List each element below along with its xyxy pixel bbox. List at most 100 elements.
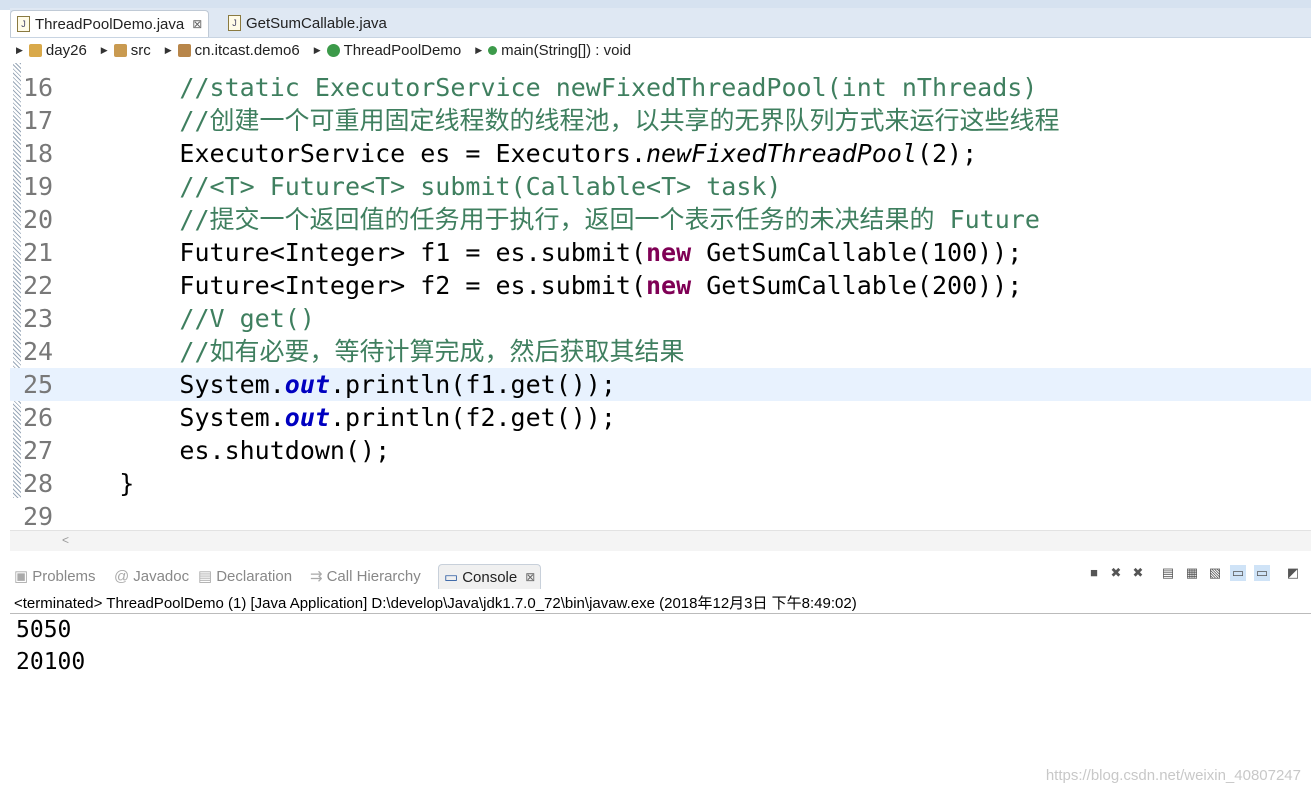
breadcrumb-src[interactable]: src <box>113 42 151 59</box>
java-file-icon: J <box>228 15 241 31</box>
watermark: https://blog.csdn.net/weixin_40807247 <box>1045 767 1301 784</box>
code-text: //static ExecutorService newFixedThreadP… <box>59 71 1037 104</box>
code-token: //<T> Future<T> submit(Callable<T> task) <box>179 172 782 201</box>
breadcrumb-class[interactable]: ThreadPoolDemo <box>326 42 462 59</box>
remove-all-icon[interactable]: ✖ <box>1130 565 1146 581</box>
code-line[interactable]: 27 es.shutdown(); <box>10 434 1311 467</box>
code-text: //V get() <box>59 302 315 335</box>
code-text: System.out.println(f2.get()); <box>59 401 616 434</box>
source-folder-icon <box>113 44 127 57</box>
project-icon <box>28 44 42 57</box>
code-token: //static ExecutorService newFixedThreadP… <box>179 73 1038 102</box>
code-line[interactable]: 26 System.out.println(f2.get()); <box>10 401 1311 434</box>
code-token: GetSumCallable(100)); <box>691 238 1023 267</box>
code-line[interactable]: 16 //static ExecutorService newFixedThre… <box>10 71 1311 104</box>
editor-tabs: J ThreadPoolDemo.java ⊠ J GetSumCallable… <box>10 8 1311 38</box>
code-token: //V get() <box>179 304 315 333</box>
code-editor[interactable]: 16 //static ExecutorService newFixedThre… <box>10 63 1311 530</box>
tab-getsumcallable[interactable]: J GetSumCallable.java <box>222 10 393 36</box>
code-line[interactable]: 28 } <box>10 467 1311 500</box>
code-token: newFixedThreadPool <box>646 139 917 168</box>
crumb-label: src <box>130 42 151 59</box>
code-token: GetSumCallable(200)); <box>691 271 1023 300</box>
show-on-stderr-icon[interactable]: ▭ <box>1254 565 1270 581</box>
tab-label: Declaration <box>216 567 293 585</box>
code-line[interactable]: 23 //V get() <box>10 302 1311 335</box>
code-line[interactable]: 20 //提交一个返回值的任务用于执行，返回一个表示任务的未决结果的 Futur… <box>10 203 1311 236</box>
tab-call-hierarchy[interactable]: ⇉ Call Hierarchy <box>310 564 421 588</box>
line-number: 19 <box>23 172 54 201</box>
method-icon <box>488 46 498 55</box>
code-line[interactable]: 17 //创建一个可重用固定线程数的线程池，以共享的无界队列方式来运行这些线程 <box>10 104 1311 137</box>
close-icon[interactable]: ⊠ <box>192 17 202 31</box>
code-text: //创建一个可重用固定线程数的线程池，以共享的无界队列方式来运行这些线程 <box>59 104 1060 137</box>
show-on-stdout-icon[interactable]: ▭ <box>1230 565 1246 581</box>
line-number: 18 <box>23 139 54 168</box>
breadcrumb-project[interactable]: day26 <box>28 42 87 59</box>
code-token: new <box>646 238 692 267</box>
crumb-label: day26 <box>45 42 87 59</box>
code-line[interactable]: 22 Future<Integer> f2 = es.submit(new Ge… <box>10 269 1311 302</box>
chevron-right-icon: ▶ <box>100 45 108 55</box>
code-line[interactable]: 19 //<T> Future<T> submit(Callable<T> ta… <box>10 170 1311 203</box>
code-text: } <box>59 467 134 500</box>
breadcrumb-package[interactable]: cn.itcast.demo6 <box>177 42 300 59</box>
console-icon: ▭ <box>444 569 459 586</box>
tab-declaration[interactable]: ▤ Declaration <box>198 564 292 588</box>
call-hierarchy-icon: ⇉ <box>310 568 323 585</box>
code-token: es.shutdown(); <box>59 436 391 465</box>
code-token: out <box>284 403 330 432</box>
declaration-icon: ▤ <box>198 568 213 585</box>
word-wrap-icon[interactable]: ▧ <box>1207 565 1223 581</box>
code-token: out <box>284 370 330 399</box>
console-status: <terminated> ThreadPoolDemo (1) [Java Ap… <box>14 595 857 612</box>
java-file-icon: J <box>17 16 30 32</box>
line-number: 29 <box>23 502 54 530</box>
divider <box>10 613 1311 614</box>
code-token: new <box>646 271 692 300</box>
console-output-line: 5050 <box>16 617 72 643</box>
code-line[interactable]: 21 Future<Integer> f1 = es.submit(new Ge… <box>10 236 1311 269</box>
code-token: //创建一个可重用固定线程数的线程池，以共享的无界队列方式来运行这些线程 <box>179 106 1060 135</box>
tab-label: GetSumCallable.java <box>246 14 387 32</box>
code-token: ExecutorService es = Executors. <box>59 139 646 168</box>
scroll-left-icon[interactable]: < <box>62 533 69 547</box>
code-line[interactable]: 18 ExecutorService es = Executors.newFix… <box>10 137 1311 170</box>
tab-console[interactable]: ▭ Console ⊠ <box>438 564 542 589</box>
line-number: 28 <box>23 469 54 498</box>
scroll-lock-icon[interactable]: ▦ <box>1184 565 1200 581</box>
tab-problems[interactable]: ▣ Problems <box>14 564 96 588</box>
code-token: //提交一个返回值的任务用于执行，返回一个表示任务的未决结果的 Future <box>179 205 1040 234</box>
chevron-right-icon: ▶ <box>164 45 172 55</box>
code-token: (2); <box>916 139 978 168</box>
pin-console-icon[interactable]: ◩ <box>1285 565 1301 581</box>
tab-threadpooldemo[interactable]: J ThreadPoolDemo.java ⊠ <box>10 10 210 37</box>
chevron-right-icon: ▶ <box>16 45 23 55</box>
line-number: 23 <box>23 304 54 333</box>
line-number: 21 <box>23 238 54 267</box>
horizontal-scrollbar[interactable]: < <box>10 530 1311 551</box>
package-icon <box>177 44 191 57</box>
code-token: System. <box>59 403 285 432</box>
tab-label: Console <box>462 568 518 586</box>
line-number: 16 <box>23 73 54 102</box>
code-line[interactable]: 25 System.out.println(f1.get()); <box>10 368 1311 401</box>
breadcrumb-method[interactable]: main(String[]) : void <box>488 42 631 59</box>
crumb-label: ThreadPoolDemo <box>343 42 462 59</box>
crumb-label: cn.itcast.demo6 <box>194 42 300 59</box>
close-icon[interactable]: ⊠ <box>525 570 535 584</box>
terminate-icon[interactable]: ■ <box>1086 565 1102 581</box>
clear-console-icon[interactable]: ▤ <box>1160 565 1176 581</box>
code-line[interactable]: 29 <box>10 500 1311 530</box>
tab-javadoc[interactable]: @ Javadoc <box>114 564 189 588</box>
code-text: Future<Integer> f2 = es.submit(new GetSu… <box>59 269 1022 302</box>
remove-launch-icon[interactable]: ✖ <box>1108 565 1124 581</box>
code-token: .println(f1.get()); <box>329 370 616 399</box>
code-line[interactable]: 24 //如有必要，等待计算完成，然后获取其结果 <box>10 335 1311 368</box>
